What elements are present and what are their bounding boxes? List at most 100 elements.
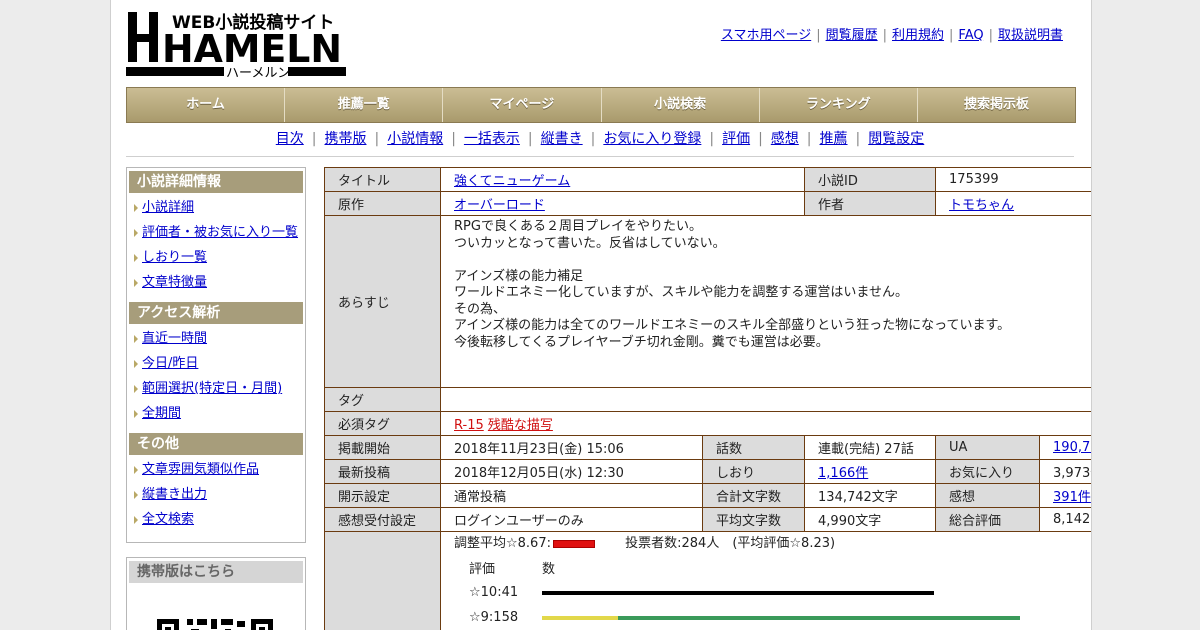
eval-rows: ☆10:41 ☆9:158 <box>454 580 1091 630</box>
eval-bar <box>542 591 934 595</box>
label-reviews: 感想 <box>935 483 1041 508</box>
total-chars: 134,742文字 <box>804 483 937 508</box>
start-date: 2018年11月23日(金) 15:06 <box>440 435 703 460</box>
eval-summary: 調整平均☆8.67: 投票者数:284人 (平均評価☆8.23) <box>454 534 1091 554</box>
sidebar-item-last-hour: 直近一時間 <box>127 326 305 351</box>
subnav-all[interactable]: 一括表示 <box>464 131 520 147</box>
synopsis-line <box>454 252 1091 269</box>
bookmarks-cell: 1,166件 <box>804 459 937 484</box>
reviews-link[interactable]: 391件 <box>1053 490 1091 505</box>
novel-title-link[interactable]: 強くてニューゲーム <box>454 174 570 189</box>
table-row: あらすじ RPGで良くある２周目プレイをやりたい。 ついカッとなって書いた。反省… <box>324 215 1091 388</box>
review-accept: ログインユーザーのみ <box>440 507 703 532</box>
eval-row-9: ☆9:158 <box>454 605 1091 630</box>
sidebar-item-features: 文章特徴量 <box>127 270 305 295</box>
bookmarks-link[interactable]: 1,166件 <box>818 466 868 481</box>
arrow-icon <box>134 279 138 287</box>
nav-search[interactable]: 小説検索 <box>602 88 760 122</box>
subnav-settings[interactable]: 閲覧設定 <box>868 131 924 147</box>
nav-recommend[interactable]: 推薦一覧 <box>285 88 444 122</box>
link-smartphone[interactable]: スマホ用ページ <box>721 28 811 43</box>
subnav-toc[interactable]: 目次 <box>276 131 304 147</box>
sub-nav: 目次 | 携帯版 | 小説情報 | 一括表示 | 縦書き | お気に入り登録 | 評価 | 感想 | 推薦 | 閲覧… <box>275 131 925 147</box>
sidebar-mobile: 携帯版はこちら <box>126 557 306 630</box>
subnav-rate[interactable]: 評価 <box>722 131 750 147</box>
link-faq[interactable]: FAQ <box>958 28 983 43</box>
main-nav: ホーム 推薦一覧 マイページ 小説検索 ランキング 捜索掲示板 <box>126 87 1076 123</box>
link-manual[interactable]: 取扱説明書 <box>998 28 1063 43</box>
title-cell: 強くてニューゲーム <box>439 167 806 192</box>
label-original: 原作 <box>324 191 441 216</box>
eval-row-label: ☆10:41 <box>469 585 519 600</box>
logo-kana: ハーメルン <box>226 66 290 80</box>
synopsis-line: その為、 <box>454 301 507 317</box>
sidebar-heading-other: その他 <box>129 433 303 455</box>
hameln-logo[interactable]: WEB小説投稿サイト HAMELN ハーメルン <box>126 10 346 80</box>
label-bookmarks: しおり <box>701 459 806 484</box>
eval-header: 評価 数 <box>454 560 1091 580</box>
eval-col-label: 評価 <box>469 562 496 577</box>
nav-mypage[interactable]: マイページ <box>443 88 602 122</box>
arrow-icon <box>134 204 138 212</box>
ua-link[interactable]: 190,726 <box>1053 440 1091 455</box>
subnav-favorite[interactable]: お気に入り登録 <box>603 131 701 147</box>
label-total-eval: 総合評価 <box>935 507 1041 532</box>
table-row: 必須タグ R-15 残酷な描写 <box>324 411 1091 436</box>
link-history[interactable]: 閲覧履歴 <box>826 28 878 43</box>
sidebar-heading-details: 小説詳細情報 <box>129 171 303 193</box>
synopsis-line: ついカッとなって書いた。反省はしていない。 <box>454 235 726 251</box>
subnav-info[interactable]: 小説情報 <box>387 131 443 147</box>
label-favorites: お気に入り <box>935 459 1041 484</box>
nav-home[interactable]: ホーム <box>127 88 286 122</box>
label-tag: タグ <box>324 387 441 412</box>
eval-row-10: ☆10:41 <box>454 580 1091 605</box>
arrow-icon <box>134 491 138 499</box>
label-episodes: 話数 <box>701 435 806 460</box>
tag-cruel[interactable]: 残酷な描写 <box>488 418 553 433</box>
sidebar-item-fulltext: 全文検索 <box>127 507 305 532</box>
label-required-tag: 必須タグ <box>324 411 441 436</box>
synopsis-line: RPGで良くある２周目プレイをやりたい。 <box>454 219 702 234</box>
favorites: 3,973件 <box>1039 459 1091 484</box>
table-row: 掲載開始 2018年11月23日(金) 15:06 話数 連載(完結) 27話 … <box>324 435 1091 460</box>
label-review-accept: 感想受付設定 <box>324 507 441 532</box>
table-row: 調整平均☆8.67: 投票者数:284人 (平均評価☆8.23) 評価 数 ☆10… <box>324 531 1091 630</box>
label-synopsis: あらすじ <box>324 215 441 388</box>
eval-bar <box>542 616 1020 620</box>
nav-ranking[interactable]: ランキング <box>760 88 918 122</box>
arrow-icon <box>134 466 138 474</box>
novel-id: 175399 <box>935 167 1091 192</box>
ua-cell: 190,726 <box>1039 435 1091 460</box>
original-link[interactable]: オーバーロード <box>454 198 545 213</box>
label-title: タイトル <box>324 167 441 192</box>
publish-setting: 通常投稿 <box>440 483 703 508</box>
voters: 投票者数:284人 (平均評価☆8.23) <box>625 536 836 551</box>
table-row: 原作 オーバーロード 作者 トモちゃん <box>324 191 1091 216</box>
subnav-mobile[interactable]: 携帯版 <box>324 131 366 147</box>
table-row: 最新投稿 2018年12月05日(水) 12:30 しおり 1,166件 お気に… <box>324 459 1091 484</box>
adjusted-average: 調整平均☆8.67: <box>454 536 551 551</box>
divider <box>126 156 1074 157</box>
label-author: 作者 <box>804 191 937 216</box>
table-row: 感想受付設定 ログインユーザーのみ 平均文字数 4,990文字 総合評価 8,1… <box>324 507 1091 532</box>
synopsis-line: アインズ様の能力補足 <box>454 268 584 284</box>
link-terms[interactable]: 利用規約 <box>892 28 944 43</box>
author-link[interactable]: トモちゃん <box>949 198 1014 213</box>
subnav-recommend[interactable]: 推薦 <box>820 131 848 147</box>
episodes: 連載(完結) 27話 <box>804 435 937 460</box>
sidebar-menu: 小説詳細情報 小説詳細 評価者・被お気に入り一覧 しおり一覧 文章特徴量 アクセ… <box>126 167 306 543</box>
total-eval: 8,142pt <box>1039 507 1091 532</box>
sidebar-item-range: 範囲選択(特定日・月間) <box>127 376 305 401</box>
label-start: 掲載開始 <box>324 435 441 460</box>
nav-board[interactable]: 捜索掲示板 <box>918 88 1075 122</box>
synopsis: RPGで良くある２周目プレイをやりたい。 ついカッとなって書いた。反省はしていな… <box>439 215 1091 388</box>
qr-code-icon <box>135 595 275 630</box>
label-id: 小説ID <box>804 167 937 192</box>
subnav-vertical[interactable]: 縦書き <box>541 131 583 147</box>
sidebar-item-all-period: 全期間 <box>127 401 305 426</box>
page: WEB小説投稿サイト HAMELN ハーメルン スマホ用ページ | 閲覧履歴 | 利用規… <box>110 0 1092 630</box>
tag-r15[interactable]: R-15 <box>454 418 484 433</box>
eval-bar-track <box>542 591 1020 595</box>
label-avg-chars: 平均文字数 <box>701 507 806 532</box>
subnav-review[interactable]: 感想 <box>771 131 799 147</box>
